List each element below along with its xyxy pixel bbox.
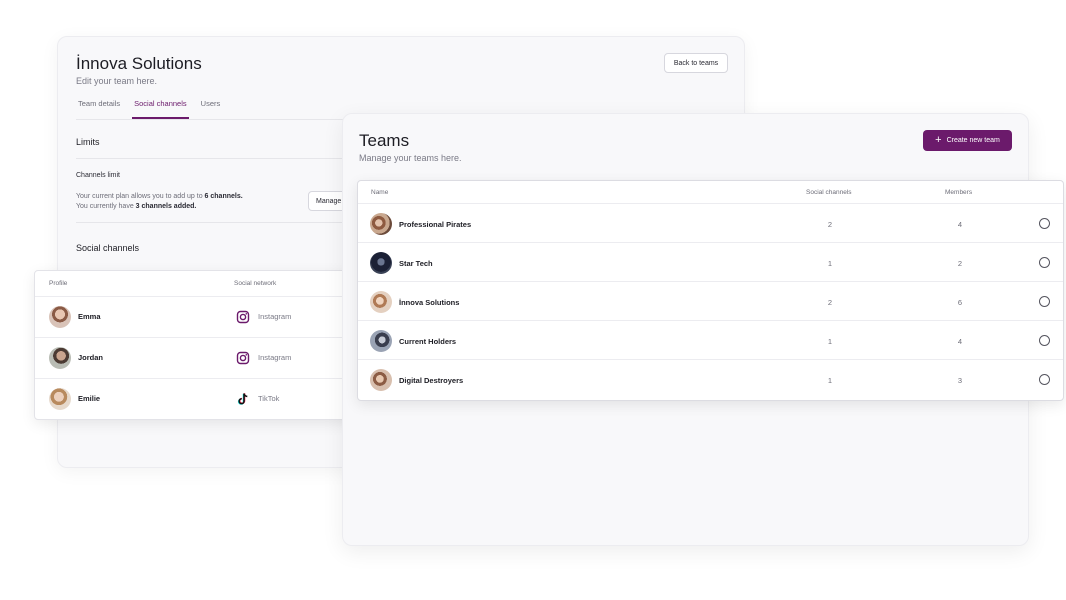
table-row[interactable]: Jordan Instagram [35,338,363,379]
channel-count: 2 [827,298,833,307]
tab-team-details[interactable]: Team details [76,95,122,119]
select-radio[interactable] [1039,257,1050,268]
team-name: Digital Destroyers [399,376,464,385]
tiktok-icon [237,393,248,405]
social-network-label: Instagram [258,312,292,321]
avatar [49,388,71,410]
back-to-teams-button[interactable]: Back to teams [664,53,728,73]
team-avatar [370,369,392,391]
column-header-members: Members [945,189,973,196]
table-header: Name Social channels Members [358,181,1063,204]
instagram-icon [236,351,250,365]
select-radio[interactable] [1039,296,1050,307]
plan-limit: 6 channels. [204,193,243,200]
select-radio[interactable] [1039,374,1050,385]
social-profiles-table: Profile Social network Emma Instagram Jo… [34,270,364,420]
social-network-label: TikTok [258,394,280,403]
column-header-name: Name [371,189,389,196]
profile-name: Emma [78,312,101,321]
profile-name: Emilie [78,394,101,403]
team-name: İnnova Solutions [399,298,460,307]
profile-name: Jordan [78,353,104,362]
table-row[interactable]: İnnova Solutions 2 6 [358,282,1063,321]
team-avatar [370,330,392,352]
team-avatar [370,213,392,235]
team-avatar [370,252,392,274]
select-radio[interactable] [1039,335,1050,346]
create-new-team-button[interactable]: + Create new team [923,130,1012,151]
page-subtitle: Edit your team here. [76,76,158,86]
table-row[interactable]: Emma Instagram [35,297,363,338]
table-header: Profile Social network [35,271,363,297]
member-count: 4 [957,337,963,346]
column-header-channels: Social channels [806,189,852,196]
member-count: 3 [957,376,963,385]
table-row[interactable]: Digital Destroyers 1 3 [358,360,1063,399]
tab-bar: Team details Social channels Users [76,95,232,119]
table-row[interactable]: Star Tech 1 2 [358,243,1063,282]
table-row[interactable]: Current Holders 1 4 [358,321,1063,360]
member-count: 6 [957,298,963,307]
social-network-label: Instagram [258,353,292,362]
member-count: 4 [957,220,963,229]
select-radio[interactable] [1039,218,1050,229]
team-name: Star Tech [399,259,433,268]
plus-icon: + [935,134,942,146]
avatar [49,306,71,328]
teams-table: Name Social channels Members Professiona… [357,180,1064,401]
channel-count: 1 [827,376,833,385]
create-button-label: Create new team [946,137,1000,144]
table-row[interactable]: Professional Pirates 2 4 [358,204,1063,243]
current-prefix: You currently have [76,203,136,210]
column-header-profile: Profile [49,280,68,287]
plan-info-text: Your current plan allows you to add up t… [76,192,243,212]
tab-users[interactable]: Users [199,95,223,119]
social-channels-heading: Social channels [76,243,140,253]
team-name: Professional Pirates [399,220,472,229]
team-avatar [370,291,392,313]
channels-limit-label: Channels limit [76,172,120,179]
column-header-network: Social network [234,280,277,287]
team-name: Current Holders [399,337,457,346]
channel-count: 2 [827,220,833,229]
page-title: İnnova Solutions [76,54,202,73]
limits-heading: Limits [76,137,100,147]
table-row[interactable]: Emilie TikTok [35,379,363,420]
page-title: Teams [359,131,410,150]
instagram-icon [236,310,250,324]
member-count: 2 [957,259,963,268]
avatar [49,347,71,369]
tab-social-channels[interactable]: Social channels [132,95,189,119]
current-count: 3 channels added. [135,203,197,210]
channel-count: 1 [827,259,833,268]
page-subtitle: Manage your teams here. [359,153,462,163]
plan-prefix: Your current plan allows you to add up t… [76,193,205,200]
channel-count: 1 [827,337,833,346]
